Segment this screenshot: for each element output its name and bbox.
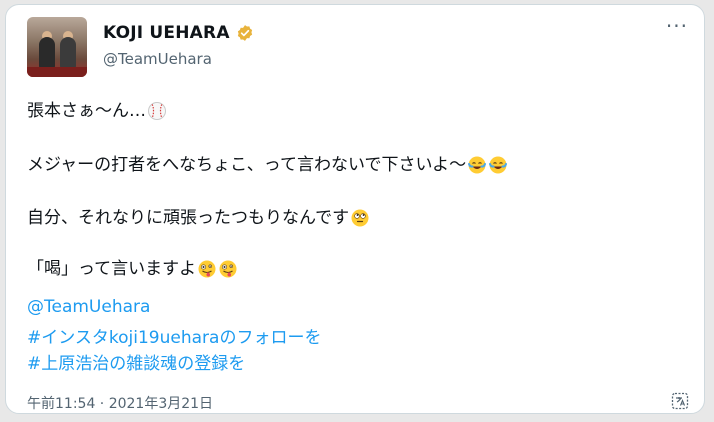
- more-options-icon[interactable]: ···: [666, 16, 688, 36]
- verified-badge-icon: [237, 25, 252, 41]
- tweet-timestamp[interactable]: 午前11:54 · 2021年3月21日: [27, 393, 213, 413]
- hashtag-link[interactable]: #インスタkoji19ueharaのフォローを: [27, 323, 321, 348]
- tweet-text: 自分、それなりに頑張ったつもりなんです: [27, 208, 350, 228]
- tweet-card: KOJI UEHARA @TeamUehara ··· 張本さぁ〜ん… メジャー…: [5, 4, 705, 414]
- author-name-row[interactable]: KOJI UEHARA: [103, 23, 254, 43]
- face-with-tears-of-joy-icon: [468, 156, 487, 174]
- translate-icon[interactable]: [670, 391, 690, 411]
- tweet-text: 張本さぁ〜ん…: [27, 101, 146, 121]
- tweet-line-4: 「喝」って言いますよ: [27, 254, 238, 279]
- tweet-line-1: 張本さぁ〜ん…: [27, 96, 167, 121]
- avatar[interactable]: [27, 17, 87, 77]
- zany-face-icon: [219, 260, 237, 278]
- author-handle[interactable]: @TeamUehara: [103, 50, 212, 68]
- mention-link[interactable]: @TeamUehara: [27, 297, 150, 317]
- face-with-rolling-eyes-icon: [351, 209, 369, 227]
- tweet-line-2: メジャーの打者をへなちょこ、って言わないで下さいよ〜: [27, 150, 508, 175]
- display-name[interactable]: KOJI UEHARA: [103, 23, 230, 43]
- zany-face-icon: [198, 260, 216, 278]
- tweet-text: メジャーの打者をへなちょこ、って言わないで下さいよ〜: [27, 155, 467, 175]
- baseball-emoji-icon: [148, 102, 166, 120]
- hashtag-link[interactable]: #上原浩治の雑談魂の登録を: [27, 349, 245, 374]
- tweet-text: 「喝」って言いますよ: [27, 259, 197, 279]
- tweet-line-3: 自分、それなりに頑張ったつもりなんです: [27, 203, 370, 228]
- face-with-tears-of-joy-icon: [489, 156, 508, 174]
